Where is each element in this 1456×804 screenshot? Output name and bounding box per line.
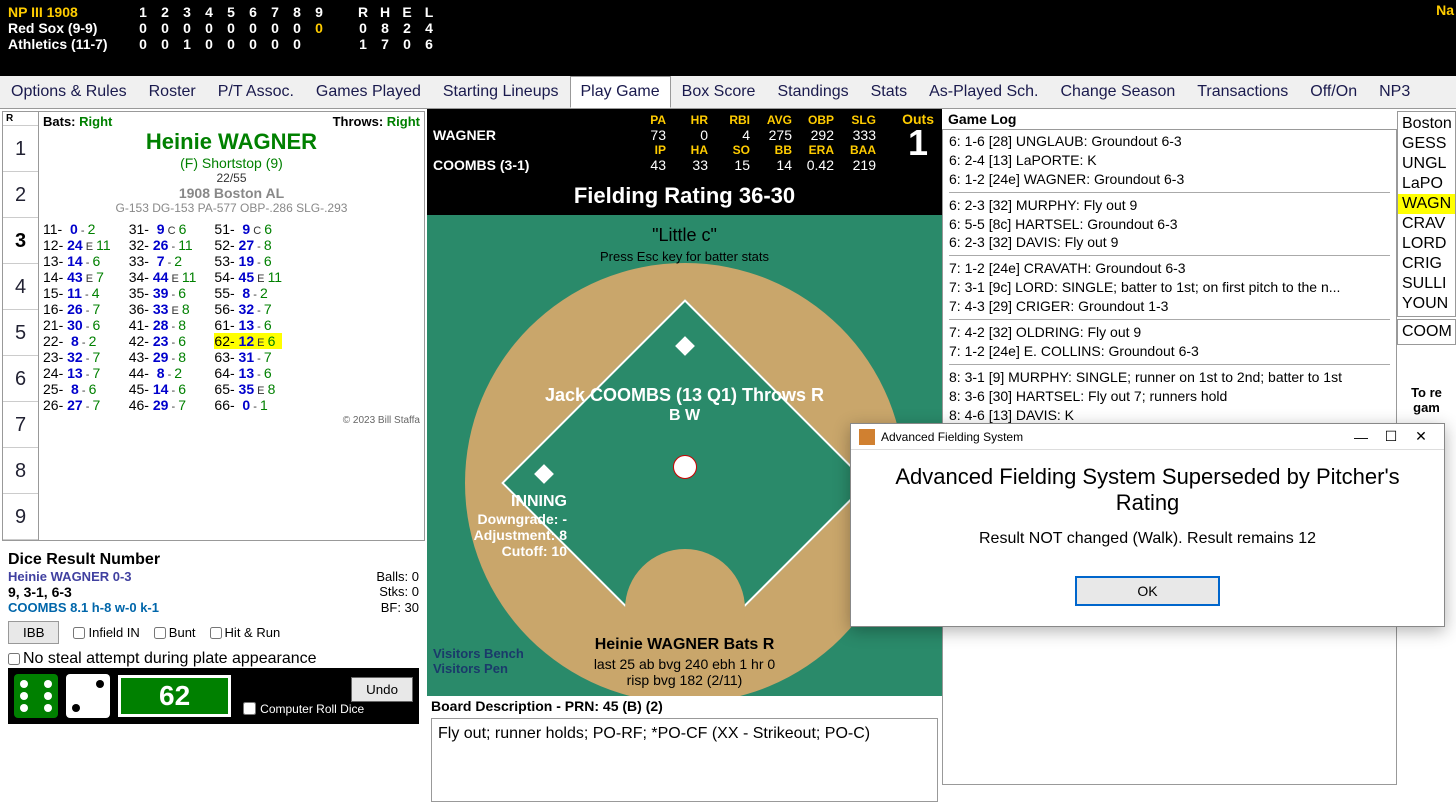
tab-standings[interactable]: Standings [766,76,859,108]
player-position: (F) Shortstop (9) [43,155,420,171]
minimize-button[interactable]: — [1346,429,1376,445]
field-pitcher: Jack COOMBS (13 Q1) Throws R [427,385,942,406]
inning-track: R 123456789 [3,112,39,540]
baseball-icon [673,455,697,479]
outs-display: Outs 1 [902,111,934,159]
main-tabs: Options & RulesRosterP/T Assoc.Games Pla… [0,76,1456,109]
tab-play-game[interactable]: Play Game [570,76,671,108]
log-entry: 6: 2-3 [32] MURPHY: Fly out 9 [949,196,1390,215]
log-entry: 8: 3-1 [9] MURPHY: SINGLE; runner on 1st… [949,368,1390,387]
close-button[interactable]: ✕ [1406,428,1436,445]
roster-item[interactable]: Boston [1398,114,1455,134]
tab-roster[interactable]: Roster [138,76,207,108]
tab-games-played[interactable]: Games Played [305,76,432,108]
dice-batter: Heinie WAGNER 0-3 [8,569,132,584]
roster-item[interactable]: CRAV [1398,214,1455,234]
visitors-bench-link[interactable]: Visitors BenchVisitors Pen [433,646,524,676]
player-card: R 123456789 Bats: Right Throws: Right He… [2,111,425,541]
roster-item[interactable]: LaPO [1398,174,1455,194]
roster-extra[interactable]: COOM [1397,319,1456,345]
maximize-button[interactable]: ☐ [1376,428,1406,445]
board-desc: Fly out; runner holds; PO-RF; *PO-CF (XX… [431,718,938,802]
log-entry: 8: 4-6 [13] DAVIS: K [949,406,1390,425]
tab-change-season[interactable]: Change Season [1049,76,1186,108]
tab-off-on[interactable]: Off/On [1299,76,1368,108]
log-entry: 6: 1-6 [28] UNGLAUB: Groundout 6-3 [949,132,1390,151]
tab-options-rules[interactable]: Options & Rules [0,76,138,108]
tab-np-[interactable]: NP3 [1368,76,1421,108]
log-entry: 6: 5-5 [8c] HARTSEL: Groundout 6-3 [949,215,1390,234]
log-entry: 7: 4-2 [32] OLDRING: Fly out 9 [949,323,1390,342]
game-title: NP III 1908 [8,4,128,20]
hit-run-checkbox[interactable]: Hit & Run [210,625,281,640]
roster-item[interactable]: CRIG [1398,254,1455,274]
fielding-rating: Fielding Rating 36-30 [427,177,942,215]
roster-item[interactable]: GESS [1398,134,1455,154]
undo-button[interactable]: Undo [351,677,413,702]
no-steal-checkbox[interactable]: No steal attempt during plate appearance [8,650,419,668]
board-desc-header: Board Description - PRN: 45 (B) (2) [427,696,942,716]
die-1 [14,674,58,718]
player-name: Heinie WAGNER [43,129,420,155]
log-entry: 7: 3-1 [9c] LORD: SINGLE; batter to 1st;… [949,278,1390,297]
dice-pitcher: COOMBS 8.1 h-8 w-0 k-1 [8,600,159,615]
tab-p-t-assoc-[interactable]: P/T Assoc. [207,76,305,108]
roll-number[interactable]: 62 [118,675,231,717]
roster-item[interactable]: WAGN [1398,194,1455,214]
batter-stats: Outs 1 PAHRRBIAVGOBPSLG WAGNER7304275292… [427,109,942,177]
nav-hint: Na [1436,2,1454,18]
log-entry: 7: 1-2 [24e] CRAVATH: Groundout 6-3 [949,259,1390,278]
roster-item[interactable]: YOUN [1398,294,1455,314]
log-entry: 8: 3-6 [30] HARTSEL: Fly out 7; runners … [949,387,1390,406]
log-entry: 6: 2-4 [13] LaPORTE: K [949,151,1390,170]
ok-button[interactable]: OK [1075,576,1219,606]
bunt-checkbox[interactable]: Bunt [154,625,196,640]
log-entry: 6: 1-2 [24e] WAGNER: Groundout 6-3 [949,170,1390,189]
tab-starting-lineups[interactable]: Starting Lineups [432,76,570,108]
app-icon [859,429,875,445]
dialog-message: Result NOT changed (Walk). Result remain… [871,530,1424,548]
roster-item[interactable]: UNGL [1398,154,1455,174]
scoreboard: Na NP III 1908 123456789RHEL Red Sox (9-… [0,0,1456,76]
cpu-roll-checkbox[interactable]: Computer Roll Dice [243,702,364,716]
dice-roll-bar: 62 Undo Computer Roll Dice [8,668,419,724]
log-entry: 6: 2-3 [32] DAVIS: Fly out 9 [949,233,1390,252]
dice-panel: Dice Result Number Heinie WAGNER 0-3Ball… [4,547,423,728]
tab-transactions[interactable]: Transactions [1186,76,1299,108]
roster-item[interactable]: LORD [1398,234,1455,254]
log-entry: 7: 4-3 [29] CRIGER: Groundout 1-3 [949,297,1390,316]
roster-list[interactable]: BostonGESSUNGLLaPOWAGNCRAVLORDCRIGSULLIY… [1397,111,1456,317]
die-2 [66,674,110,718]
roster-item[interactable]: SULLI [1398,274,1455,294]
tab-as-played-sch-[interactable]: As-Played Sch. [918,76,1049,108]
tab-box-score[interactable]: Box Score [671,76,767,108]
dialog-advanced-fielding: Advanced Fielding System — ☐ ✕ Advanced … [850,423,1445,627]
tab-stats[interactable]: Stats [860,76,918,108]
ibb-button[interactable]: IBB [8,621,59,644]
dialog-heading: Advanced Fielding System Superseded by P… [871,464,1424,516]
infield-in-checkbox[interactable]: Infield IN [73,625,139,640]
log-entry: 7: 1-2 [24e] E. COLLINS: Groundout 6-3 [949,342,1390,361]
